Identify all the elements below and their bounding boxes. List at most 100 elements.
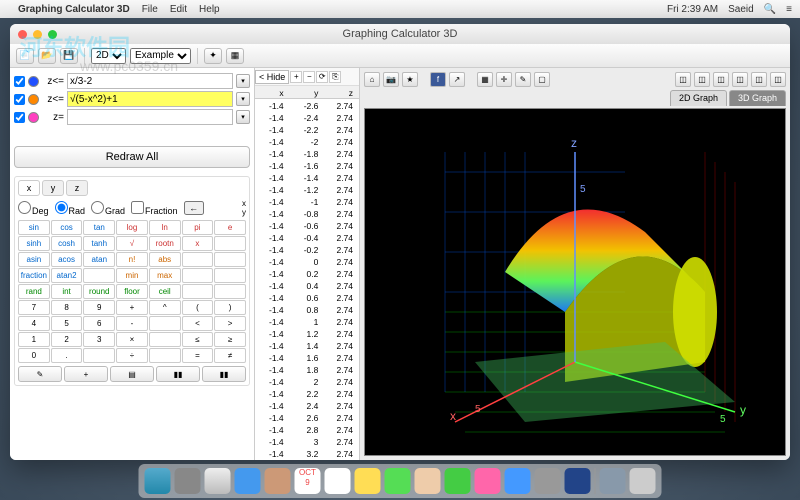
calc-plus-button[interactable]: + bbox=[64, 366, 108, 382]
eq-color-swatch[interactable] bbox=[28, 94, 39, 105]
calc-key-tanh[interactable]: tanh bbox=[83, 236, 115, 251]
table-row[interactable]: -1.41.42.74 bbox=[255, 339, 359, 351]
calc-key-min[interactable]: min bbox=[116, 268, 148, 283]
calc-key-int[interactable]: int bbox=[51, 284, 83, 299]
deg-radio[interactable]: Deg bbox=[18, 201, 49, 216]
table-row[interactable]: -1.4-0.82.74 bbox=[255, 207, 359, 219]
calc-key-acos[interactable]: acos bbox=[51, 252, 83, 267]
table-row[interactable]: -1.4-2.22.74 bbox=[255, 123, 359, 135]
eq-options-dropdown[interactable]: ▾ bbox=[236, 92, 250, 106]
calc-key-2[interactable]: 2 bbox=[51, 332, 83, 347]
calc-key-ln[interactable]: ln bbox=[149, 220, 181, 235]
calc-key-≠[interactable]: ≠ bbox=[214, 348, 246, 363]
hide-data-button[interactable]: < Hide bbox=[255, 70, 289, 84]
col-y-header[interactable]: y bbox=[290, 86, 325, 98]
tab-3d-graph[interactable]: 3D Graph bbox=[729, 90, 786, 106]
dock-safari-icon[interactable] bbox=[205, 468, 231, 494]
dock-trash-icon[interactable] bbox=[630, 468, 656, 494]
table-row[interactable]: -1.432.74 bbox=[255, 435, 359, 447]
dock-launchpad-icon[interactable] bbox=[175, 468, 201, 494]
dock-preferences-icon[interactable] bbox=[535, 468, 561, 494]
dock-app-icon[interactable] bbox=[565, 468, 591, 494]
save-icon[interactable]: 💾 bbox=[60, 48, 78, 64]
var-x-tab[interactable]: x bbox=[18, 180, 40, 196]
share-icon[interactable]: ↗ bbox=[449, 72, 465, 87]
calc-key-7[interactable]: 7 bbox=[18, 300, 50, 315]
calc-key-log[interactable]: log bbox=[116, 220, 148, 235]
view-2-icon[interactable]: ◫ bbox=[694, 72, 710, 87]
table-row[interactable]: -1.41.62.74 bbox=[255, 351, 359, 363]
eq-color-swatch[interactable] bbox=[28, 112, 39, 123]
table-row[interactable]: -1.4-1.62.74 bbox=[255, 159, 359, 171]
var-y-tab[interactable]: y bbox=[42, 180, 64, 196]
dock-downloads-icon[interactable] bbox=[600, 468, 626, 494]
calc-key-)[interactable]: ) bbox=[214, 300, 246, 315]
calc-key->[interactable]: > bbox=[214, 316, 246, 331]
calc-key-n![interactable]: n! bbox=[116, 252, 148, 267]
calc-key-rand[interactable]: rand bbox=[18, 284, 50, 299]
notifications-icon[interactable]: ≡ bbox=[786, 4, 792, 15]
calc-key-atan2[interactable]: atan2 bbox=[51, 268, 83, 283]
axes-toggle-icon[interactable]: ✛ bbox=[496, 72, 512, 87]
box-icon[interactable]: ▢ bbox=[534, 72, 550, 87]
eq-formula-input[interactable] bbox=[67, 91, 233, 107]
graph-canvas[interactable]: x 5 y 5 z 5 bbox=[364, 108, 786, 456]
calc-key-cosh[interactable]: cosh bbox=[51, 236, 83, 251]
view-1-icon[interactable]: ◫ bbox=[675, 72, 691, 87]
table-row[interactable]: -1.40.42.74 bbox=[255, 279, 359, 291]
dock-maps-icon[interactable] bbox=[415, 468, 441, 494]
table-row[interactable]: -1.4-2.62.74 bbox=[255, 99, 359, 111]
calc-key-5[interactable]: 5 bbox=[51, 316, 83, 331]
snapshot-icon[interactable]: 📷 bbox=[383, 72, 399, 87]
col-x-header[interactable]: x bbox=[255, 86, 290, 98]
calc-key-([interactable]: ( bbox=[182, 300, 214, 315]
eq-enable-check[interactable] bbox=[14, 112, 25, 123]
calc-key-pi[interactable]: pi bbox=[182, 220, 214, 235]
home-icon[interactable]: ⌂ bbox=[364, 72, 380, 87]
table-row[interactable]: -1.4-0.62.74 bbox=[255, 219, 359, 231]
backspace-button[interactable]: ← bbox=[184, 201, 204, 215]
var-z-tab[interactable]: z bbox=[66, 180, 88, 196]
dock-contacts-icon[interactable] bbox=[265, 468, 291, 494]
calc-key-^[interactable]: ^ bbox=[149, 300, 181, 315]
data-copy-icon[interactable]: ⎘ bbox=[329, 71, 341, 83]
table-row[interactable]: -1.422.74 bbox=[255, 375, 359, 387]
table-row[interactable]: -1.4-0.22.74 bbox=[255, 243, 359, 255]
eq-formula-input[interactable] bbox=[67, 73, 233, 89]
menubar-user[interactable]: Saeid bbox=[728, 4, 754, 15]
data-plus-button[interactable]: + bbox=[290, 71, 302, 83]
help-menu[interactable]: Help bbox=[199, 4, 220, 15]
open-icon[interactable]: 📂 bbox=[38, 48, 56, 64]
facebook-icon[interactable]: f bbox=[430, 72, 446, 87]
grid-toggle-icon[interactable]: ▦ bbox=[477, 72, 493, 87]
dock-mail-icon[interactable] bbox=[235, 468, 261, 494]
table-row[interactable]: -1.43.22.74 bbox=[255, 447, 359, 459]
calc-key-9[interactable]: 9 bbox=[83, 300, 115, 315]
calc-key-sinh[interactable]: sinh bbox=[18, 236, 50, 251]
calc-key-fraction[interactable]: fraction bbox=[18, 268, 50, 283]
pen-icon[interactable]: ✎ bbox=[515, 72, 531, 87]
table-row[interactable]: -1.41.22.74 bbox=[255, 327, 359, 339]
table-row[interactable]: -1.42.22.74 bbox=[255, 387, 359, 399]
table-row[interactable]: -1.402.74 bbox=[255, 255, 359, 267]
table-row[interactable]: -1.42.62.74 bbox=[255, 411, 359, 423]
eq-enable-check[interactable] bbox=[14, 76, 25, 87]
fraction-check[interactable]: Fraction bbox=[131, 201, 178, 216]
view-6-icon[interactable]: ◫ bbox=[770, 72, 786, 87]
calc-key-÷[interactable]: ÷ bbox=[116, 348, 148, 363]
calc-key-floor[interactable]: floor bbox=[116, 284, 148, 299]
table-row[interactable]: -1.412.74 bbox=[255, 315, 359, 327]
dock-facetime-icon[interactable] bbox=[445, 468, 471, 494]
calc-key-1[interactable]: 1 bbox=[18, 332, 50, 347]
new-icon[interactable]: 📄 bbox=[16, 48, 34, 64]
calc-bars-icon[interactable]: ▮▮ bbox=[156, 366, 200, 382]
view-4-icon[interactable]: ◫ bbox=[732, 72, 748, 87]
dock-reminders-icon[interactable] bbox=[325, 468, 351, 494]
calc-key-=[interactable]: = bbox=[182, 348, 214, 363]
dock-messages-icon[interactable] bbox=[385, 468, 411, 494]
calc-key-rootn[interactable]: rootn bbox=[149, 236, 181, 251]
table-row[interactable]: -1.4-2.42.74 bbox=[255, 111, 359, 123]
table-row[interactable]: -1.42.42.74 bbox=[255, 399, 359, 411]
table-row[interactable]: -1.4-22.74 bbox=[255, 135, 359, 147]
eq-color-swatch[interactable] bbox=[28, 76, 39, 87]
